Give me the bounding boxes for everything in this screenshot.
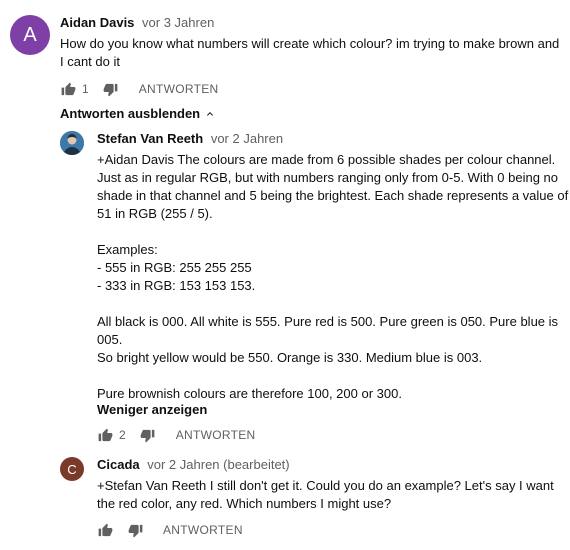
reply-header: Stefan Van Reeth vor 2 Jahren: [97, 131, 283, 146]
show-less-button[interactable]: Weniger anzeigen: [97, 402, 207, 417]
reply-text-line: [97, 367, 568, 385]
reply-text-line: +Stefan Van Reeth I still don't get it. …: [97, 478, 554, 493]
reply-text-line: 005.: [97, 332, 123, 347]
reply-actions: 2 ANTWORTEN: [97, 427, 256, 443]
comment-actions: 1 ANTWORTEN: [60, 81, 219, 97]
comment-text: How do you know what numbers will create…: [60, 35, 559, 71]
avatar[interactable]: C: [60, 457, 84, 481]
reply-actions: ANTWORTEN: [97, 522, 243, 538]
comment-time[interactable]: vor 3 Jahren: [142, 15, 214, 30]
thumbs-up-icon[interactable]: [97, 427, 113, 443]
hide-replies-label: Antworten ausblenden: [60, 106, 201, 121]
reply-time[interactable]: vor 2 Jahren: [211, 131, 283, 146]
reply-time[interactable]: vor 2 Jahren (bearbeitet): [147, 457, 289, 472]
reply-text-line: So bright yellow would be 550. Orange is…: [97, 350, 483, 365]
avatar[interactable]: A: [10, 15, 50, 55]
thumbs-down-icon[interactable]: [127, 522, 143, 538]
reply-text-line: All black is 000. All white is 555. Pure…: [97, 314, 559, 329]
reply-text-line: [97, 295, 568, 313]
reply-text-line: Examples:: [97, 242, 158, 257]
comment-text-line: How do you know what numbers will create…: [60, 36, 560, 51]
reply-text-line: - 555 in RGB: 255 255 255: [97, 260, 252, 275]
reply-header: Cicada vor 2 Jahren (bearbeitet): [97, 457, 290, 472]
reply-text: +Aidan Davis The colours are made from 6…: [97, 151, 568, 403]
comment-author[interactable]: Aidan Davis: [60, 15, 134, 30]
reply-button[interactable]: ANTWORTEN: [176, 428, 256, 442]
like-count: 1: [82, 82, 89, 96]
reply-author[interactable]: Stefan Van Reeth: [97, 131, 203, 146]
reply-text-line: Just as in regular RGB, but with numbers…: [97, 170, 558, 185]
reply-text-line: 51 in RGB (255 / 5).: [97, 206, 213, 221]
reply-text: +Stefan Van Reeth I still don't get it. …: [97, 477, 554, 513]
reply-button[interactable]: ANTWORTEN: [163, 523, 243, 537]
thumbs-up-icon[interactable]: [60, 81, 76, 97]
reply-text-line: shade in that channel and 5 being the br…: [97, 188, 569, 203]
thumbs-down-icon[interactable]: [140, 427, 156, 443]
avatar[interactable]: [60, 131, 84, 155]
comment-text-line: I cant do it: [60, 54, 120, 69]
reply-author[interactable]: Cicada: [97, 457, 140, 472]
like-count: 2: [119, 428, 126, 442]
chevron-up-icon: [204, 108, 216, 120]
reply-text-line: the red color, any red. Which numbers I …: [97, 496, 392, 511]
hide-replies-toggle[interactable]: Antworten ausblenden: [60, 106, 216, 121]
reply-text-line: - 333 in RGB: 153 153 153.: [97, 278, 256, 293]
reply-text-line: Pure brownish colours are therefore 100,…: [97, 386, 402, 401]
comment-header: Aidan Davis vor 3 Jahren: [60, 15, 214, 30]
reply-text-line: +Aidan Davis The colours are made from 6…: [97, 152, 556, 167]
thumbs-down-icon[interactable]: [103, 81, 119, 97]
reply-button[interactable]: ANTWORTEN: [139, 82, 219, 96]
reply-text-line: [97, 223, 568, 241]
thumbs-up-icon[interactable]: [97, 522, 113, 538]
